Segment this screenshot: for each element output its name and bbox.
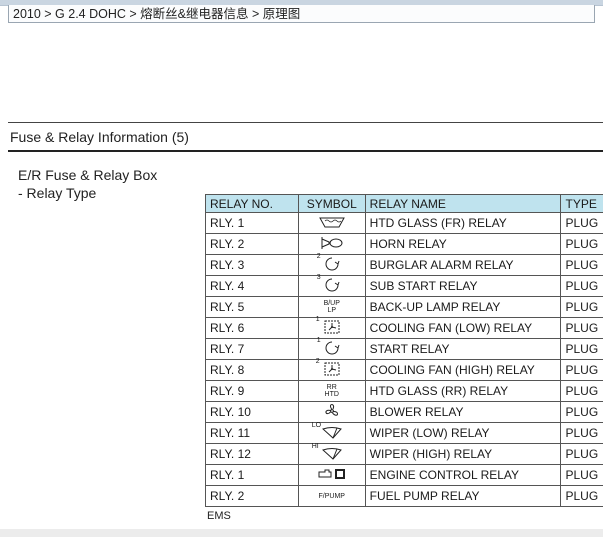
table-row: RLY. 5 B/UP LP BACK-UP LAMP RELAY PLUG — [205, 296, 603, 318]
table-row: RLY. 2 HORN RELAY PLUG — [205, 233, 603, 255]
relay-name-cell: START RELAY — [364, 338, 562, 360]
relay-name-cell: BURGLAR ALARM RELAY — [364, 254, 562, 276]
relay-name-cell: SUB START RELAY — [364, 275, 562, 297]
symbol-label: HTD — [324, 391, 339, 398]
table-row: RLY. 1 HTD GLASS (FR) RELAY PLUG — [205, 212, 603, 234]
fan-box-icon: 1 — [297, 315, 366, 339]
relay-type-cell: PLUG — [560, 338, 603, 360]
relay-name-cell: HORN RELAY — [364, 233, 562, 255]
relay-name-cell: COOLING FAN (LOW) RELAY — [364, 317, 562, 339]
relay-type-cell: PLUG — [560, 464, 603, 486]
relay-no-cell: RLY. 10 — [205, 401, 299, 423]
table-row: RLY. 12 HI WIPER (HIGH) RELAY PLUG — [205, 442, 603, 465]
symbol-label: B/UP — [323, 300, 340, 307]
relay-type-label: - Relay Type — [18, 185, 97, 201]
relay-name-cell: HTD GLASS (RR) RELAY — [364, 380, 562, 402]
engine-icon — [297, 464, 366, 486]
relay-type-cell: PLUG — [560, 275, 603, 297]
relay-type-cell: PLUG — [560, 359, 603, 381]
relay-no-cell: RLY. 12 — [205, 443, 299, 465]
symbol-superscript: 1 — [315, 315, 320, 323]
relay-type-cell: PLUG — [560, 296, 603, 318]
relay-type-cell: PLUG — [560, 254, 603, 276]
relay-name-cell: HTD GLASS (FR) RELAY — [364, 212, 562, 234]
relay-type-cell: PLUG — [560, 443, 603, 465]
relay-no-cell: RLY. 6 — [205, 317, 299, 339]
symbol-superscript: LO — [311, 421, 322, 429]
relay-name-cell: BLOWER RELAY — [364, 401, 562, 423]
relay-coil-icon: 3 — [297, 273, 366, 297]
relay-no-cell: RLY. 5 — [205, 296, 299, 318]
col-header-type: TYPE — [560, 194, 603, 213]
col-header-relay-no: RELAY NO. — [205, 194, 299, 213]
relay-coil-icon: 2 — [297, 252, 366, 276]
relay-no-cell: RLY. 3 — [205, 254, 299, 276]
table-header-row: RELAY NO. SYMBOL RELAY NAME TYPE — [205, 194, 603, 213]
table-row: RLY. 1 ENGINE CONTROL RELAY PLUG — [205, 464, 603, 486]
box-title: E/R Fuse & Relay Box — [18, 167, 158, 183]
symbol-label: F/PUMP — [318, 492, 345, 500]
relay-type-cell: PLUG — [560, 401, 603, 423]
table-row: RLY. 6 1 COOLING FAN (LOW) RELAY PLUG — [205, 315, 603, 339]
table-row: RLY. 3 2 BURGLAR ALARM RELAY PLUG — [205, 252, 603, 276]
relay-type-cell: PLUG — [560, 212, 603, 234]
table-row: RLY. 10 BLOWER RELAY PLUG — [205, 401, 603, 423]
relay-no-cell: RLY. 9 — [205, 380, 299, 402]
fan-box-icon: 2 — [297, 357, 366, 381]
relay-name-cell: WIPER (LOW) RELAY — [364, 422, 562, 444]
relay-no-cell: RLY. 1 — [205, 212, 299, 234]
relay-name-cell: COOLING FAN (HIGH) RELAY — [364, 359, 562, 381]
relay-name-cell: BACK-UP LAMP RELAY — [364, 296, 562, 318]
relay-table: RELAY NO. SYMBOL RELAY NAME TYPE RLY. 1 H… — [205, 194, 603, 507]
symbol-label: RR — [326, 384, 337, 391]
relay-no-cell: RLY. 2 — [205, 485, 299, 507]
table-row: RLY. 4 3 SUB START RELAY PLUG — [205, 273, 603, 297]
col-header-relay-name: RELAY NAME — [364, 194, 562, 213]
relay-type-cell: PLUG — [560, 233, 603, 255]
wiper-icon: LO — [297, 421, 366, 444]
relay-name-cell: WIPER (HIGH) RELAY — [364, 443, 562, 465]
relay-no-cell: RLY. 7 — [205, 338, 299, 360]
breadcrumb: 2010 > G 2.4 DOHC > 熔断丝&继电器信息 > 原理图 — [8, 5, 595, 23]
table-row: RLY. 8 2 COOLING FAN (HIGH) RELAY PLUG — [205, 357, 603, 381]
relay-no-cell: RLY. 11 — [205, 422, 299, 444]
relay-name-cell: ENGINE CONTROL RELAY — [364, 464, 562, 486]
table-row: RLY. 9 RR HTD HTD GLASS (RR) RELAY PLUG — [205, 380, 603, 402]
wiper-icon: HI — [297, 442, 366, 465]
bottom-scroll-strip — [0, 529, 603, 537]
relay-type-cell: PLUG — [560, 485, 603, 507]
relay-no-cell: RLY. 4 — [205, 275, 299, 297]
symbol-superscript: 2 — [315, 357, 320, 365]
relay-type-cell: PLUG — [560, 380, 603, 402]
relay-type-cell: PLUG — [560, 422, 603, 444]
htd-glass-icon — [297, 212, 366, 234]
ems-label: EMS — [207, 510, 231, 522]
relay-name-cell: FUEL PUMP RELAY — [364, 485, 562, 507]
symbol-superscript: 2 — [316, 252, 321, 260]
relay-no-cell: RLY. 2 — [205, 233, 299, 255]
col-header-symbol: SYMBOL — [297, 194, 366, 213]
blower-icon — [297, 401, 366, 423]
symbol-text: F/PUMP — [297, 485, 366, 507]
symbol-label: LP — [327, 307, 337, 314]
symbol-superscript: 3 — [316, 273, 321, 281]
relay-coil-icon: 1 — [297, 336, 366, 360]
table-row: RLY. 2 F/PUMP FUEL PUMP RELAY PLUG — [205, 485, 603, 507]
symbol-text: RR HTD — [297, 380, 366, 402]
horn-icon — [297, 233, 366, 255]
section-title: Fuse & Relay Information (5) — [8, 122, 603, 152]
symbol-superscript: HI — [311, 442, 319, 450]
symbol-text: B/UP LP — [297, 296, 366, 318]
relay-type-cell: PLUG — [560, 317, 603, 339]
relay-no-cell: RLY. 1 — [205, 464, 299, 486]
table-row: RLY. 7 1 START RELAY PLUG — [205, 336, 603, 360]
symbol-superscript: 1 — [316, 336, 321, 344]
table-row: RLY. 11 LO WIPER (LOW) RELAY PLUG — [205, 421, 603, 444]
relay-no-cell: RLY. 8 — [205, 359, 299, 381]
